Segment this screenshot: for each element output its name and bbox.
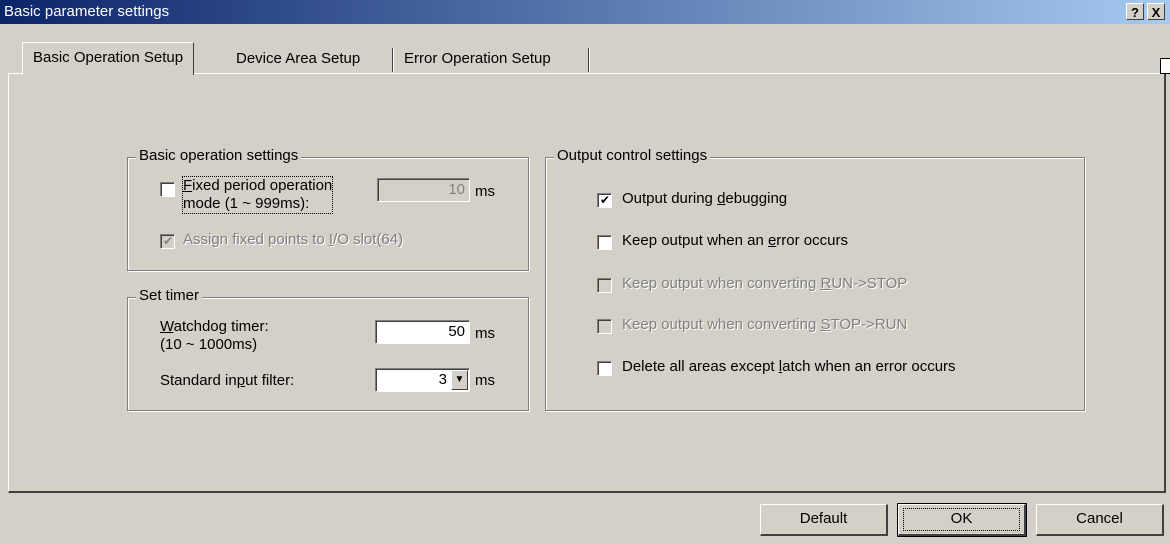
output-control-group-title: Output control settings: [554, 147, 711, 164]
output-during-debugging-checkbox[interactable]: ✔: [597, 193, 612, 208]
title-bar: Basic parameter settings ? X: [0, 0, 1170, 24]
tab-separator: [588, 48, 590, 72]
label-post: UN->STOP: [831, 275, 908, 292]
basic-operation-group: Basic operation settings: [127, 147, 529, 271]
watchdog-input[interactable]: 50: [375, 320, 470, 344]
tab-device-area-setup[interactable]: Device Area Setup: [230, 44, 366, 74]
assign-fixed-points-checkbox[interactable]: ✔: [160, 234, 175, 249]
set-timer-group: Set timer: [127, 287, 529, 411]
tab-error-operation-setup[interactable]: Error Operation Setup: [398, 44, 557, 74]
keep-output-on-error-checkbox[interactable]: [597, 235, 612, 250]
close-button[interactable]: X: [1147, 3, 1165, 20]
keep-output-run-stop-label: Keep output when converting RUN->STOP: [622, 275, 907, 292]
output-during-debugging-label: Output during debugging: [622, 190, 787, 207]
watchdog-label-accel: W: [160, 318, 174, 335]
fixed-period-unit: ms: [475, 183, 495, 200]
keep-output-stop-run-label: Keep output when converting STOP->RUN: [622, 316, 907, 333]
input-filter-label-accel: p: [236, 372, 246, 389]
label-pre: Delete all areas except: [622, 358, 779, 375]
fixed-period-checkbox[interactable]: [160, 182, 175, 197]
keep-output-on-error-label: Keep output when an error occurs: [622, 232, 848, 249]
tab-separator: [392, 48, 394, 72]
ok-button[interactable]: OK: [897, 503, 1027, 537]
label-accel: R: [820, 275, 832, 292]
watchdog-label-line2: (10 ~ 1000ms): [160, 336, 258, 353]
cancel-button[interactable]: Cancel: [1036, 504, 1164, 536]
ok-focus-rect: [903, 508, 1020, 531]
label-pre: Keep output when an: [622, 232, 768, 249]
default-button[interactable]: Default: [760, 504, 888, 536]
label-post: atch when an error occurs: [782, 358, 956, 375]
label-post: TOP->RUN: [830, 316, 908, 333]
assign-label-pre: Assign fixed points to: [183, 231, 329, 248]
watchdog-label: Watchdog timer: (10 ~ 1000ms): [160, 318, 269, 354]
delete-areas-except-latch-checkbox[interactable]: [597, 361, 612, 376]
label-pre: Keep output when converting: [622, 316, 821, 333]
checkmark-icon: ✔: [600, 193, 611, 207]
label-post: rror occurs: [776, 232, 848, 249]
label-pre: Output during: [622, 190, 718, 207]
tab-basic-operation-setup[interactable]: Basic Operation Setup: [22, 42, 195, 75]
window-title: Basic parameter settings: [4, 3, 170, 20]
fixed-period-accel: F: [183, 177, 193, 194]
fixed-period-label[interactable]: Fixed period operation mode (1 ~ 999ms):: [181, 176, 334, 214]
input-filter-select[interactable]: 3 ▼: [375, 368, 470, 392]
input-filter-unit: ms: [475, 372, 495, 389]
set-timer-group-title: Set timer: [136, 287, 203, 304]
fixed-period-input[interactable]: 10: [377, 178, 470, 202]
checkmark-icon: ✔: [163, 234, 174, 248]
watchdog-unit: ms: [475, 325, 495, 342]
input-filter-label-post: ut filter:: [245, 372, 295, 389]
chevron-down-icon[interactable]: ▼: [451, 370, 468, 390]
fixed-period-label-rest: ixed period operation: [192, 177, 333, 194]
input-filter-label: Standard input filter:: [160, 372, 294, 389]
input-filter-value: 3: [438, 371, 447, 388]
keep-output-stop-run-checkbox[interactable]: [597, 319, 612, 334]
assign-label-post: /O slot(64): [333, 231, 404, 248]
label-post: ebugging: [725, 190, 788, 207]
assign-fixed-points-label: Assign fixed points to I/O slot(64): [183, 231, 403, 248]
delete-areas-except-latch-label: Delete all areas except latch when an er…: [622, 358, 956, 375]
fixed-period-label-line2: mode (1 ~ 999ms):: [183, 195, 310, 212]
label-accel: S: [820, 316, 831, 333]
label-pre: Keep output when converting: [622, 275, 821, 292]
basic-operation-group-title: Basic operation settings: [136, 147, 302, 164]
input-filter-label-pre: Standard in: [160, 372, 237, 389]
watchdog-label-rest: atchdog timer:: [173, 318, 269, 335]
tab-scroll-edge: [1160, 58, 1170, 74]
keep-output-run-stop-checkbox[interactable]: [597, 278, 612, 293]
help-button[interactable]: ?: [1126, 3, 1144, 20]
